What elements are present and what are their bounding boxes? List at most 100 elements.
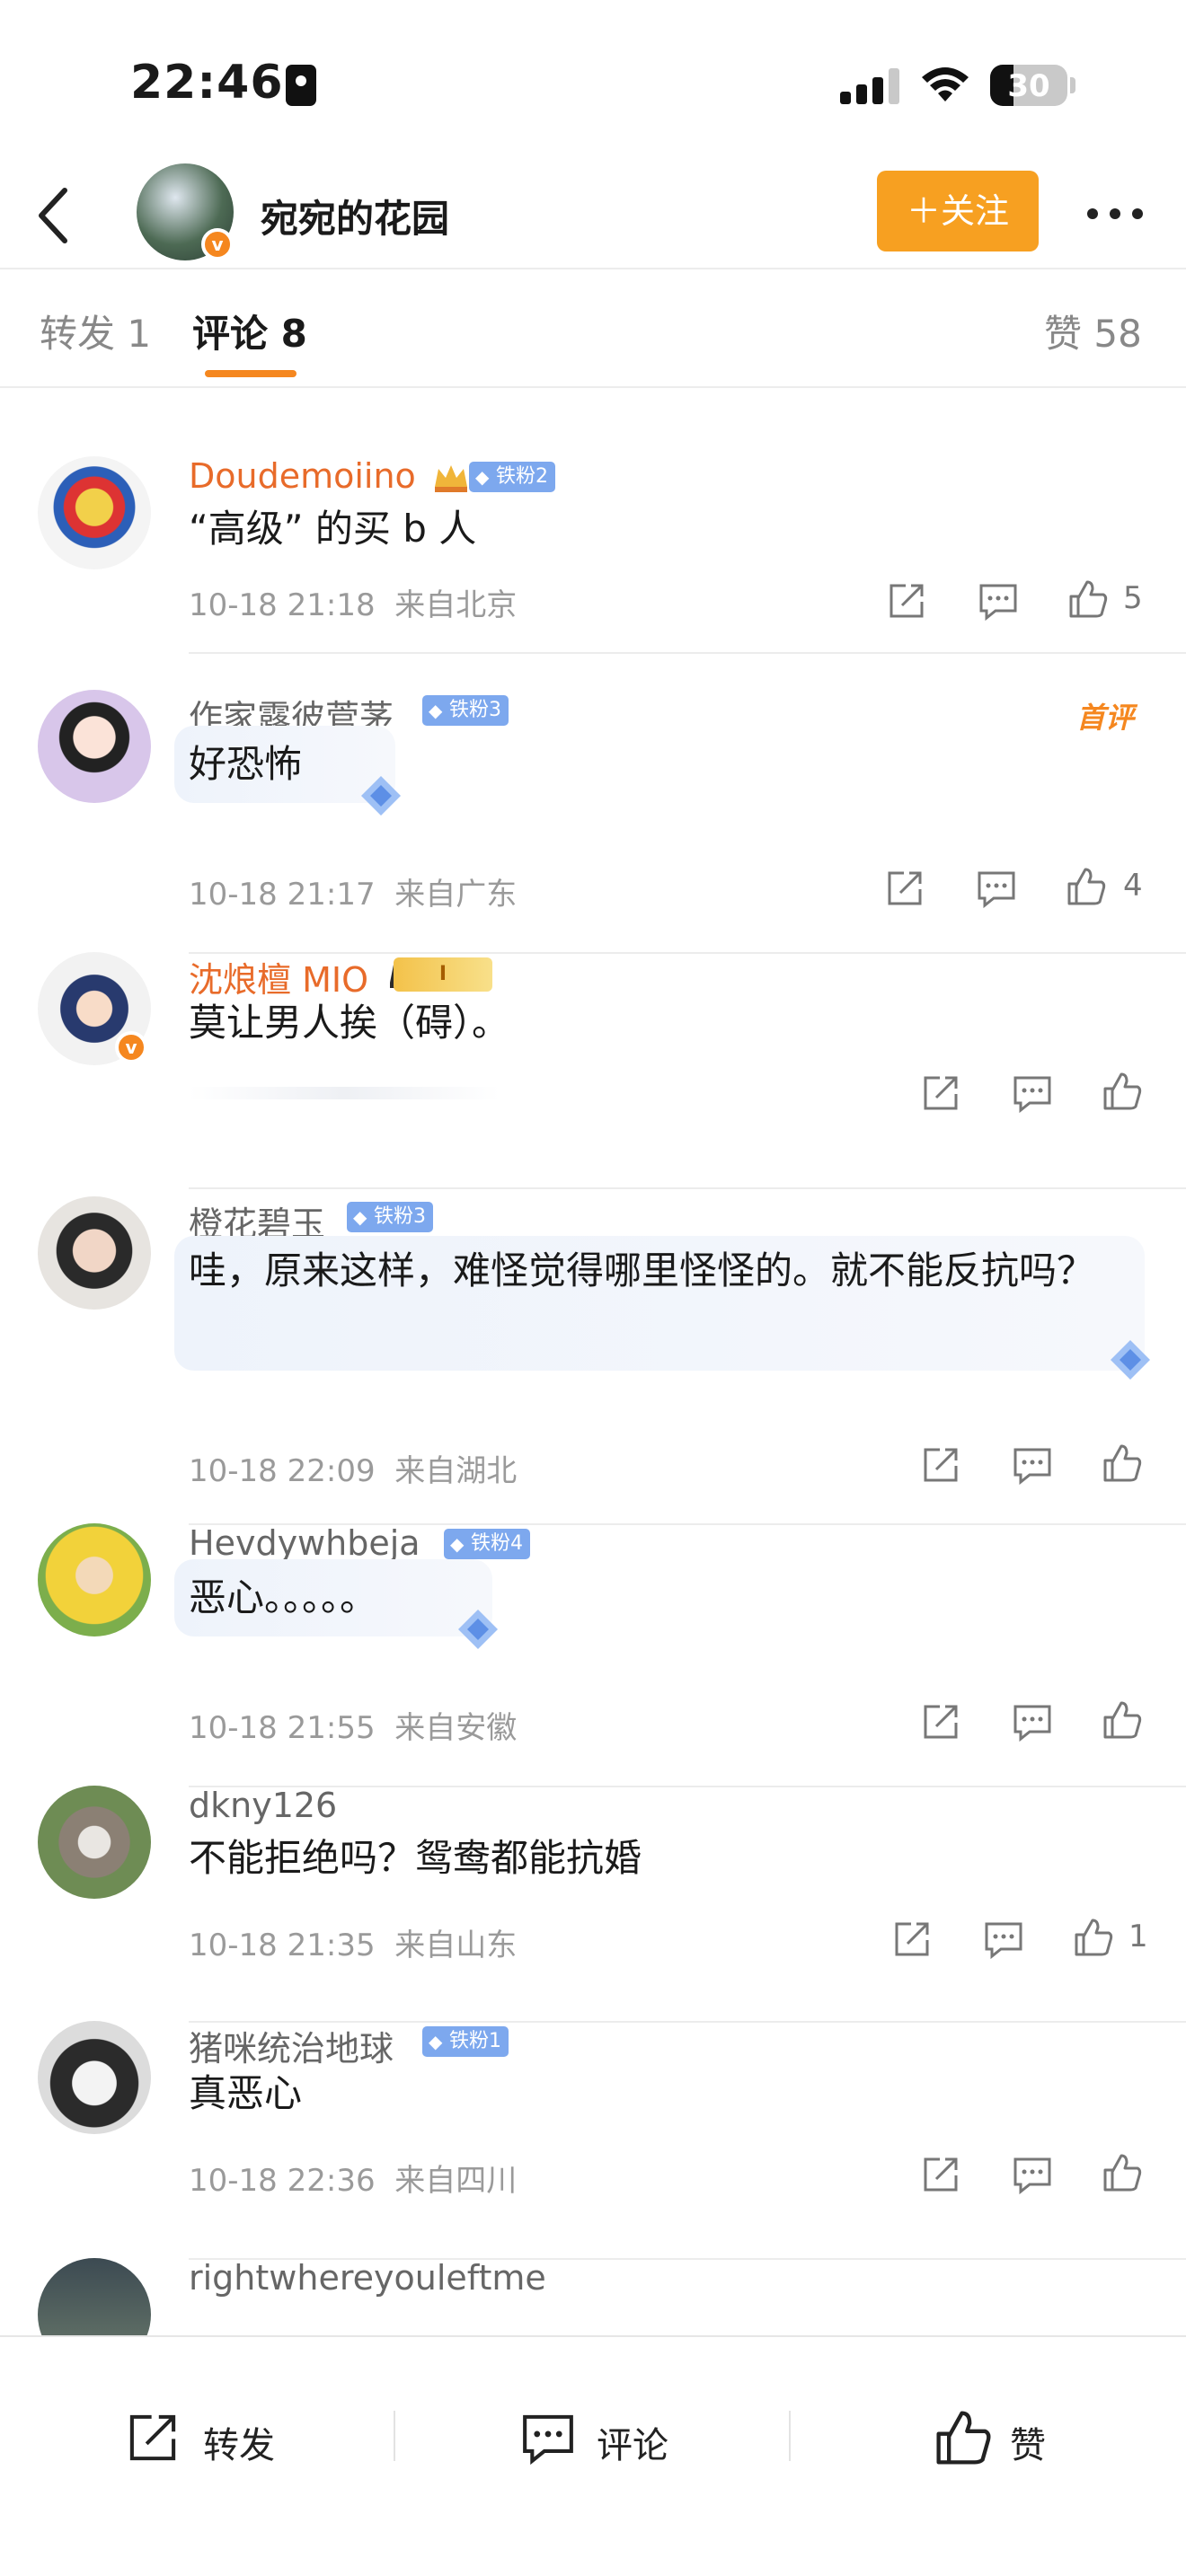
comment-item: dkny126 不能拒绝吗？鸳鸯都能抗婚 10-18 21:35 来自山东 1 [0,1786,1186,2023]
comment-time: 10-18 22:09 [189,1453,376,1489]
comment-text: 真恶心 [189,2071,303,2115]
comment-text: 好恐怖 [189,742,303,786]
commenter-avatar[interactable] [38,1523,151,1636]
commenter-name[interactable]: Hevdywhbeja [189,1523,420,1563]
tab-reposts[interactable]: 转发 1 [40,304,151,358]
like-count: 5 [1123,580,1143,616]
like-icon[interactable] [1100,1069,1145,1114]
back-icon[interactable] [29,181,83,250]
comment-location: 来自湖北 [394,1453,518,1489]
comment-text: 恶心。。。。。 [189,1575,378,1619]
follow-button[interactable]: ＋关注 [877,171,1039,251]
comment-location: 来自安徽 [394,1710,518,1746]
comment-meta: 10-18 21:55 来自安徽 [189,1703,517,1747]
reply-icon[interactable] [976,578,1021,623]
status-bar: 22:46 30 [0,0,1186,162]
active-tab-indicator [205,370,296,377]
share-icon[interactable] [890,1917,934,1962]
reply-icon[interactable] [974,866,1019,911]
commenter-avatar[interactable] [38,690,151,803]
bottom-toolbar: 转发 评论 赞 [0,2335,1186,2576]
share-icon[interactable] [918,1699,963,1744]
share-icon[interactable] [882,866,927,911]
battery-cap [1070,77,1075,93]
fan-level-badge: 铁粉1 [422,2026,509,2057]
share-icon[interactable] [884,578,929,623]
comment-label: 评论 [597,2425,668,2466]
comment-time: 10-18 21:17 [189,877,376,913]
blogger-name[interactable]: 宛宛的花园 [261,189,449,243]
comment-meta: 10-18 22:36 来自四川 [189,2156,517,2200]
comment-button[interactable]: 评论 [518,2402,679,2474]
tab-comments[interactable]: 评论 8 [192,304,307,358]
commenter-name[interactable]: Doudemoiino [189,456,416,496]
share-icon[interactable] [918,2152,963,2197]
comment-item: Doudemoiino 铁粉2 “高级” 的买 b 人 10-18 21:18 … [0,456,1186,654]
comment-meta: 10-18 21:35 来自山东 [189,1920,517,1964]
commenter-avatar[interactable] [38,1786,151,1899]
meta-placeholder [189,1087,500,1099]
comment-time: 10-18 21:18 [189,587,376,623]
fan-level-badge: 铁粉3 [422,695,509,726]
tab-comments-label: 评论 [192,312,269,356]
commenter-avatar[interactable] [38,1196,151,1310]
like-icon[interactable] [1100,1698,1145,1742]
member-level-badge: I [394,957,492,992]
share-icon[interactable] [918,1071,963,1116]
like-icon[interactable] [1100,1441,1145,1486]
battery-icon: 30 [990,65,1067,106]
tab-comments-count: 8 [280,312,307,356]
reply-icon[interactable] [1010,2152,1055,2197]
comment-item: 猪咪统治地球 铁粉1 真恶心 10-18 22:36 来自四川 [0,2021,1186,2260]
tab-likes-count: 58 [1093,312,1142,356]
commenter-name[interactable]: dkny126 [189,1786,337,1825]
repost-label: 转发 [203,2425,275,2466]
commenter-avatar[interactable] [38,456,151,569]
like-count: 4 [1123,868,1143,904]
like-icon[interactable] [1066,577,1111,622]
more-options-icon[interactable] [1084,187,1146,241]
status-time: 22:46 [130,56,284,110]
repost-icon [129,2414,176,2461]
like-icon[interactable] [1071,1915,1116,1960]
comment-location: 来自广东 [394,877,518,913]
reply-icon[interactable] [1010,1071,1055,1116]
like-icon[interactable] [1100,2150,1145,2195]
commenter-avatar[interactable] [38,2258,151,2335]
tab-likes[interactable]: 赞 58 [1044,304,1142,358]
comment-meta: 10-18 21:17 来自广东 [189,869,517,913]
fan-crown-icon [435,465,467,492]
tab-reposts-count: 1 [127,312,152,356]
comment-location: 来自四川 [394,2163,518,2199]
comment-location: 来自北京 [394,587,518,623]
repost-button[interactable]: 转发 [122,2402,284,2474]
like-count: 1 [1128,1919,1148,1954]
share-icon[interactable] [918,1442,963,1487]
comment-text: 莫让男人挨（碍）。 [189,1001,510,1045]
like-label: 赞 [1010,2425,1046,2466]
blogger-avatar[interactable]: v [137,163,234,260]
like-icon[interactable] [1064,864,1109,909]
reply-icon[interactable] [1010,1442,1055,1487]
reply-icon[interactable] [1010,1699,1055,1744]
commenter-name[interactable]: rightwhereyouleftme [189,2258,546,2298]
comment-item: rightwhereyouleftme [0,2258,1186,2335]
reply-icon[interactable] [981,1917,1026,1962]
comment-item: 橙花碧玉 铁粉3 哇，原来这样，难怪觉得哪里怪怪的。就不能反抗吗？ 10-18 … [0,1196,1186,1525]
divider [189,652,1186,654]
like-button[interactable]: 赞 [931,2402,1057,2474]
comment-time: 10-18 22:36 [189,2163,376,2199]
first-comment-tag: 首评 [1076,701,1135,735]
comment-item: 作家露彼菅茅 铁粉3 首评 好恐怖 10-18 21:17 来自广东 4 [0,690,1186,954]
commenter-name[interactable]: 猪咪统治地球 [189,2021,394,2070]
toolbar-divider [789,2411,791,2461]
tab-bar: 转发 1 评论 8 赞 58 [0,271,1186,388]
fan-level-badge: 铁粉3 [347,1202,433,1232]
comment-time: 10-18 21:35 [189,1928,376,1963]
comment-item: Hevdywhbeja 铁粉4 恶心。。。。。 10-18 21:55 来自安徽 [0,1523,1186,1787]
commenter-avatar[interactable] [38,2021,151,2134]
tab-reposts-label: 转发 [40,312,116,356]
orientation-lock-icon [286,65,316,106]
fan-level-badge: 铁粉2 [469,462,555,492]
comment-text: 不能拒绝吗？鸳鸯都能抗婚 [189,1836,642,1880]
